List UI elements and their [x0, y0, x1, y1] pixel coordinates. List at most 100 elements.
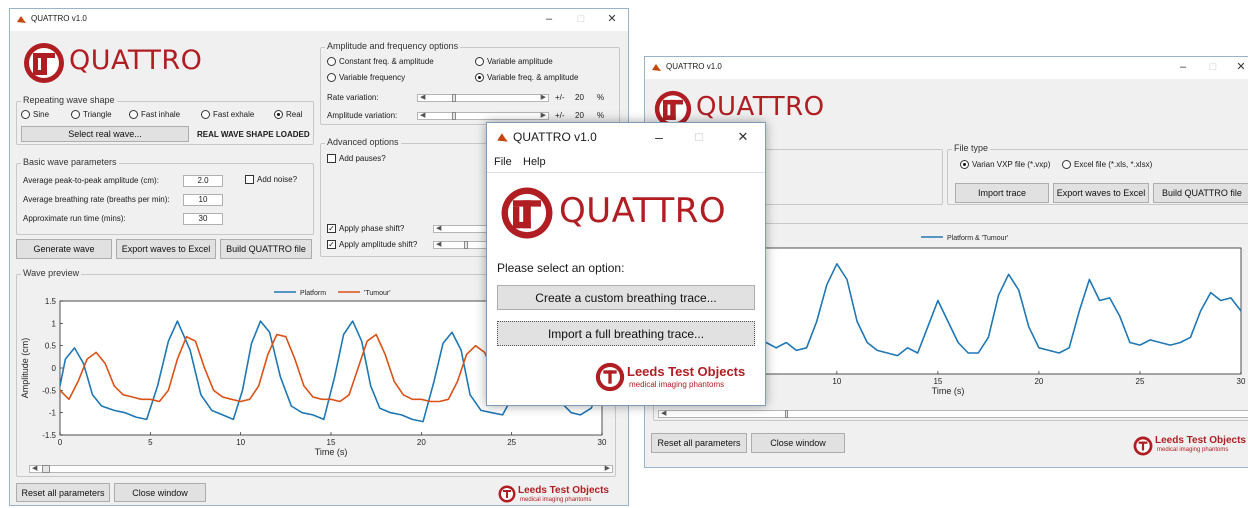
x-tick-label: 5	[148, 438, 153, 447]
legend-entry: Platform & 'Tumour'	[947, 235, 1008, 242]
lto-logo-icon	[1133, 436, 1153, 456]
maximize-button[interactable]: □	[1201, 59, 1225, 75]
x-tick-label: 30	[598, 438, 607, 447]
menu-bar: File Help	[487, 151, 765, 173]
x-axis-label: Time (s)	[932, 386, 965, 396]
plusminus-label: +/-	[555, 93, 565, 102]
minimize-button[interactable]: –	[1171, 59, 1195, 75]
logo-text: QUATTRO	[559, 191, 727, 231]
lto-logo: Leeds Test Objects medical imaging phant…	[595, 361, 755, 395]
logo-text: QUATTRO	[696, 92, 825, 122]
x-tick-label: 10	[236, 438, 245, 447]
maximize-button[interactable]: □	[687, 129, 711, 145]
legend-entry: Platform	[300, 290, 326, 297]
phase-shift-slider[interactable]: ◀	[433, 225, 493, 233]
repeating-wave-group: Repeating wave shape Sine Triangle Fast …	[16, 95, 314, 145]
menu-file[interactable]: File	[494, 156, 512, 168]
amplitude-label: Average peak-to-peak amplitude (cm):	[23, 176, 159, 185]
logo-text: QUATTRO	[69, 45, 203, 76]
maximize-button[interactable]: □	[569, 11, 593, 27]
amplitude-variation-slider[interactable]: ◀ ▶	[417, 112, 549, 120]
x-tick-label: 25	[507, 438, 516, 447]
amplitude-shift-slider[interactable]: ◀	[433, 241, 493, 249]
lto-brand: Leeds Test Objects	[627, 364, 746, 379]
amplitude-field[interactable]: 2.0	[183, 175, 223, 187]
x-tick-label: 20	[417, 438, 426, 447]
generate-wave-button[interactable]: Generate wave	[16, 239, 112, 259]
export-excel-button[interactable]: Export waves to Excel	[1053, 183, 1149, 203]
x-tick-label: 15	[933, 377, 942, 386]
window-title: QUATTRO v1.0	[31, 14, 87, 23]
radio-variable-amplitude[interactable]: Variable amplitude	[475, 57, 553, 66]
amplitude-shift-checkbox[interactable]: ✓ Apply amplitude shift?	[327, 240, 417, 249]
reset-button[interactable]: Reset all parameters	[16, 483, 110, 502]
amp-freq-group: Amplitude and frequency options Constant…	[320, 41, 620, 125]
lto-logo-icon	[498, 485, 516, 503]
window-title: QUATTRO v1.0	[513, 130, 597, 144]
dialog-titlebar: QUATTRO v1.0 – □ ✕	[487, 123, 765, 151]
amplitude-variation-value: 20	[575, 111, 584, 120]
group-legend: Basic wave parameters	[21, 157, 119, 167]
main-titlebar: QUATTRO v1.0 – □ ✕	[10, 9, 628, 31]
radio-triangle[interactable]: Triangle	[71, 110, 112, 119]
matlab-icon	[17, 16, 26, 23]
amplitude-variation-label: Amplitude variation:	[327, 111, 398, 120]
y-tick-label: -1	[49, 409, 57, 418]
export-excel-button[interactable]: Export waves to Excel	[116, 239, 216, 259]
radio-fast-exhale[interactable]: Fast exhale	[201, 110, 254, 119]
radio-sine[interactable]: Sine	[21, 110, 49, 119]
rate-field[interactable]: 10	[183, 194, 223, 206]
matlab-icon	[497, 133, 508, 142]
close-window-button[interactable]: ✕	[1229, 59, 1248, 75]
radio-excel[interactable]: Excel file (*.xls, *.xlsx)	[1062, 160, 1152, 169]
rate-label: Average breathing rate (breaths per min)…	[23, 195, 170, 204]
reset-button[interactable]: Reset all parameters	[651, 433, 747, 453]
plusminus-label: +/-	[555, 111, 565, 120]
group-legend: Wave preview	[21, 268, 82, 278]
phase-shift-checkbox[interactable]: ✓ Apply phase shift?	[327, 224, 404, 233]
window-title: QUATTRO v1.0	[666, 62, 722, 71]
radio-variable-frequency[interactable]: Variable frequency	[327, 73, 405, 82]
time-scrollbar[interactable]: ◀	[658, 410, 1248, 418]
x-tick-label: 25	[1136, 377, 1145, 386]
x-tick-label: 0	[58, 438, 63, 447]
close-button[interactable]: Close window	[751, 433, 845, 453]
lto-tagline: medical imaging phantoms	[629, 380, 725, 389]
wave-status-label: REAL WAVE SHAPE LOADED	[197, 130, 310, 139]
select-real-wave-button[interactable]: Select real wave...	[21, 126, 189, 142]
basic-params-group: Basic wave parameters Average peak-to-pe…	[16, 157, 314, 235]
close-button[interactable]: Close window	[114, 483, 206, 502]
group-legend: File type	[952, 143, 991, 153]
close-window-button[interactable]: ✕	[731, 129, 755, 145]
y-tick-label: 0.5	[45, 342, 57, 351]
minimize-button[interactable]: –	[647, 129, 671, 145]
import-trace-button[interactable]: Import trace	[955, 183, 1049, 203]
lt-logo-icon	[24, 43, 64, 83]
start-dialog: QUATTRO v1.0 – □ ✕ File Help QUATTRO Ple…	[486, 122, 766, 406]
build-quattro-button[interactable]: Build QUATTRO file	[1153, 183, 1248, 203]
build-quattro-button[interactable]: Build QUATTRO file	[220, 239, 312, 259]
close-window-button[interactable]: ✕	[600, 11, 624, 27]
percent-label: %	[597, 111, 605, 120]
import-full-trace-button[interactable]: Import a full breathing trace...	[497, 321, 755, 346]
lto-brand: Leeds Test Objects	[518, 485, 609, 496]
radio-real[interactable]: Real	[274, 110, 302, 119]
rate-variation-slider[interactable]: ◀ ▶	[417, 94, 549, 102]
radio-fast-inhale[interactable]: Fast inhale	[129, 110, 180, 119]
lto-logo: Leeds Test Objects medical imaging phant…	[498, 485, 624, 505]
group-legend: Repeating wave shape	[21, 95, 117, 105]
percent-label: %	[597, 93, 605, 102]
runtime-field[interactable]: 30	[183, 213, 223, 225]
add-pauses-checkbox[interactable]: Add pauses?	[327, 154, 386, 163]
time-scrollbar[interactable]: ◀ ▶	[29, 465, 613, 473]
radio-variable-both[interactable]: Variable freq. & amplitude	[475, 73, 578, 82]
group-legend: Amplitude and frequency options	[325, 41, 461, 51]
menu-help[interactable]: Help	[523, 156, 546, 168]
x-tick-label: 30	[1237, 377, 1246, 386]
minimize-button[interactable]: –	[537, 11, 561, 27]
radio-constant[interactable]: Constant freq. & amplitude	[327, 57, 434, 66]
create-custom-trace-button[interactable]: Create a custom breathing trace...	[497, 285, 755, 310]
add-noise-checkbox[interactable]: Add noise?	[245, 175, 297, 184]
lto-logo-icon	[595, 362, 625, 392]
radio-vxp[interactable]: Varian VXP file (*.vxp)	[960, 160, 1050, 169]
